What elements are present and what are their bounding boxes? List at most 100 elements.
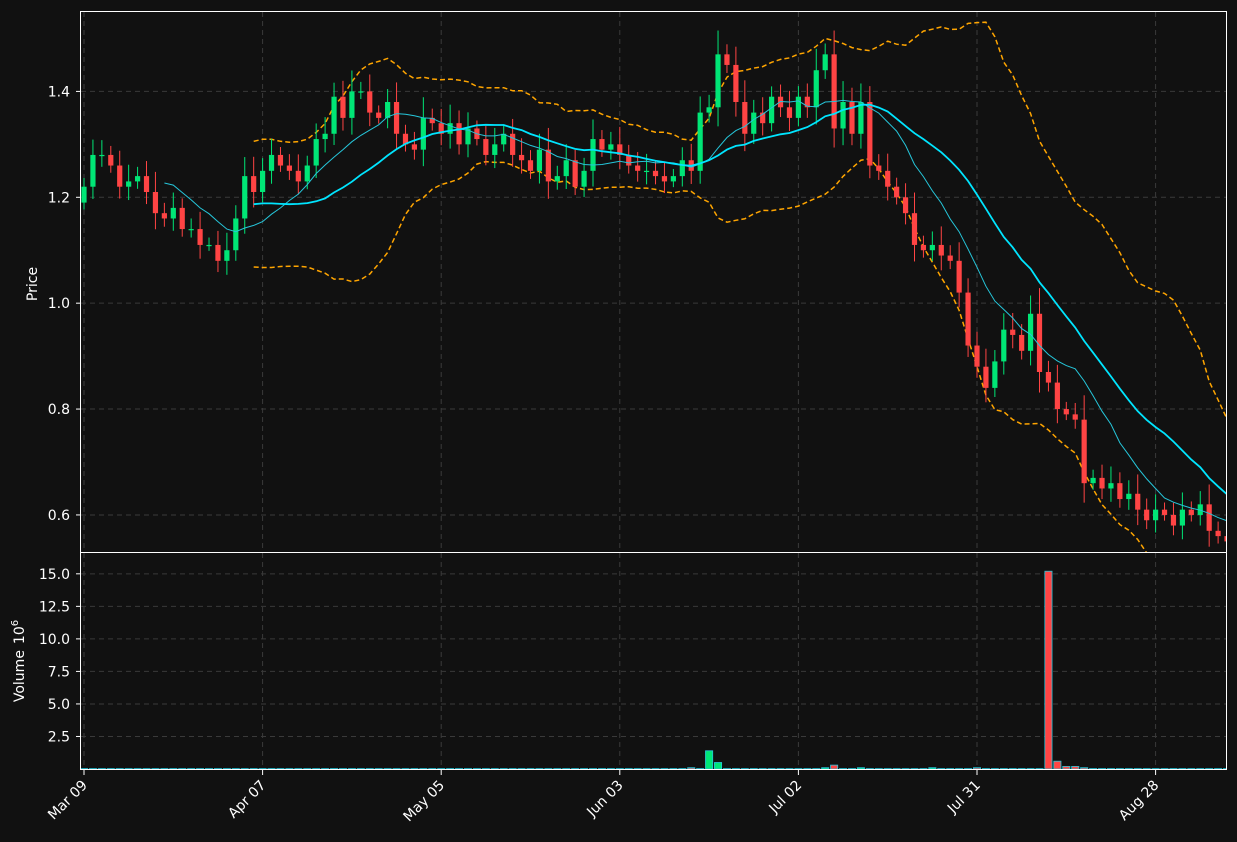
candle-up bbox=[1108, 483, 1114, 489]
volume-tick-label: 5.0 bbox=[48, 697, 70, 713]
candle-up bbox=[233, 218, 239, 251]
candle-down bbox=[1010, 329, 1016, 335]
candle-down bbox=[965, 292, 971, 346]
candle-up bbox=[304, 165, 310, 182]
candle-down bbox=[1135, 493, 1141, 510]
candle-down bbox=[1081, 419, 1087, 484]
candle-down bbox=[108, 154, 114, 166]
price-tick-label: 0.8 bbox=[48, 402, 70, 418]
candle-up bbox=[188, 229, 194, 231]
candle-down bbox=[786, 107, 793, 118]
candle-down bbox=[920, 244, 927, 251]
candle-down bbox=[599, 139, 605, 150]
candle-up bbox=[670, 176, 676, 182]
candle-down bbox=[518, 154, 525, 161]
candle-down bbox=[947, 255, 953, 261]
volume-axis-multiplier-exp: 6 bbox=[10, 620, 21, 626]
candle-up bbox=[349, 91, 355, 118]
volume-bar-down bbox=[973, 767, 982, 769]
candle-up bbox=[992, 361, 998, 388]
candle-up bbox=[313, 139, 319, 166]
candle-down bbox=[1054, 382, 1060, 410]
candle-down bbox=[911, 213, 918, 245]
candle-down bbox=[393, 102, 400, 134]
candle-up bbox=[554, 176, 560, 182]
candle-down bbox=[572, 160, 578, 187]
volume-bar-down bbox=[1071, 765, 1080, 769]
candle-up bbox=[1179, 509, 1185, 526]
candle-up bbox=[170, 207, 176, 219]
candle-up bbox=[581, 170, 587, 187]
candle-down bbox=[831, 54, 837, 129]
candle-down bbox=[340, 96, 346, 118]
candle-up bbox=[134, 176, 141, 182]
candle-up bbox=[858, 102, 864, 134]
candle-down bbox=[277, 154, 284, 166]
candle-down bbox=[295, 170, 301, 182]
volume-tick-label: 12.5 bbox=[39, 599, 70, 615]
candle-down bbox=[456, 123, 462, 145]
candle-down bbox=[411, 144, 418, 150]
candle-up bbox=[536, 149, 543, 171]
candle-down bbox=[197, 229, 203, 245]
candle-down bbox=[152, 192, 159, 214]
candle-up bbox=[420, 117, 426, 150]
candle-up bbox=[224, 250, 230, 261]
candle-up bbox=[322, 133, 328, 140]
candle-up bbox=[795, 96, 801, 118]
candle-up bbox=[358, 91, 364, 93]
candle-up bbox=[563, 160, 569, 177]
candle-down bbox=[1099, 477, 1105, 489]
volume-tick-label: 2.5 bbox=[48, 729, 70, 745]
candle-down bbox=[1144, 509, 1150, 521]
volume-axis-label-text: Volume bbox=[12, 650, 28, 702]
volume-bar-up bbox=[856, 767, 865, 769]
candle-down bbox=[894, 186, 900, 198]
candle-up bbox=[679, 160, 685, 177]
candle-up bbox=[126, 181, 132, 187]
candle-down bbox=[1045, 372, 1052, 383]
candle-down bbox=[1072, 414, 1078, 420]
candle-down bbox=[161, 213, 167, 219]
candle-down bbox=[733, 64, 739, 102]
candle-down bbox=[902, 197, 909, 214]
candle-down bbox=[867, 102, 873, 166]
candle-up bbox=[715, 54, 721, 108]
candle-down bbox=[286, 165, 292, 171]
volume-bar-up bbox=[714, 762, 723, 769]
candle-up bbox=[590, 139, 596, 171]
candle-up bbox=[1126, 493, 1132, 500]
price-tick-label: 1.2 bbox=[48, 190, 70, 206]
candle-up bbox=[206, 244, 212, 247]
candle-down bbox=[117, 165, 123, 187]
candle-up bbox=[385, 102, 391, 118]
candle-down bbox=[143, 176, 150, 192]
candle-down bbox=[652, 170, 659, 177]
volume-axis-label: Volume 106 bbox=[10, 620, 28, 702]
candle-down bbox=[527, 160, 534, 171]
candle-down bbox=[1215, 530, 1221, 537]
price-tick-label: 1.0 bbox=[48, 296, 70, 312]
candle-down bbox=[938, 244, 944, 256]
candle-up bbox=[813, 70, 819, 108]
volume-bar-down bbox=[687, 767, 696, 769]
candle-up bbox=[706, 107, 712, 113]
candle-down bbox=[545, 149, 551, 182]
candle-down bbox=[483, 139, 489, 155]
candle-down bbox=[1019, 334, 1025, 351]
candle-up bbox=[90, 154, 96, 187]
candle-up bbox=[822, 54, 828, 71]
candle-down bbox=[367, 91, 373, 113]
candle-down bbox=[1206, 504, 1212, 531]
volume-bar-down bbox=[1062, 765, 1071, 769]
volume-bar-down bbox=[830, 764, 839, 769]
candle-down bbox=[724, 54, 730, 65]
price-tick-label: 0.6 bbox=[48, 508, 70, 524]
candle-down bbox=[215, 244, 221, 261]
price-tick-label: 1.4 bbox=[48, 84, 70, 100]
candle-up bbox=[840, 102, 846, 129]
candle-down bbox=[1170, 514, 1177, 526]
candle-down bbox=[661, 176, 668, 182]
candle-down bbox=[376, 112, 382, 118]
candle-up bbox=[643, 170, 650, 173]
